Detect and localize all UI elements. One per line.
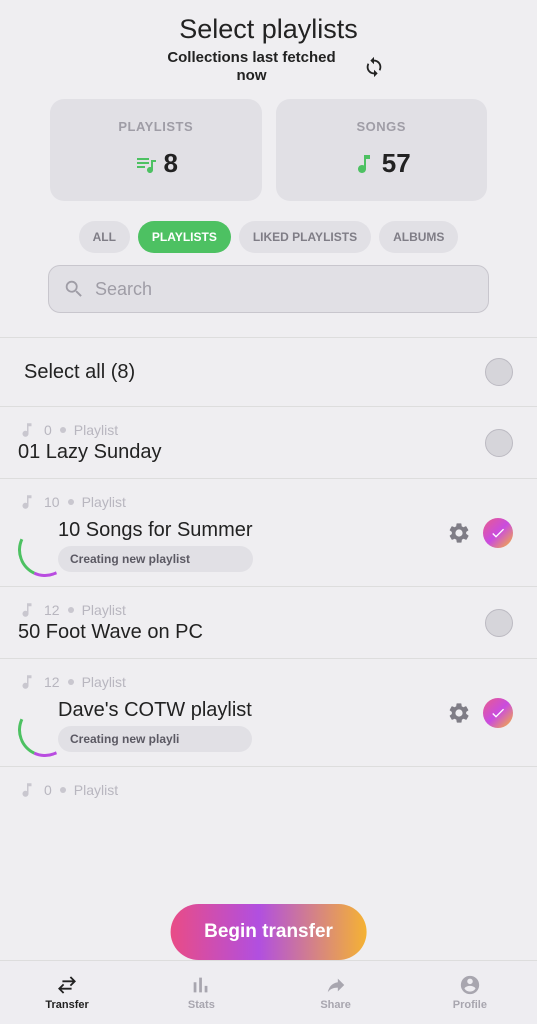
separator-dot (68, 679, 74, 685)
check-icon (490, 705, 506, 721)
fetch-status: Collections last fetched now (152, 49, 352, 85)
select-all-row[interactable]: Select all (8) (0, 337, 537, 407)
status-chip: Creating new playlist (58, 546, 253, 572)
playlist-row[interactable]: 0 Playlist 01 Lazy Sunday (0, 407, 537, 479)
songs-stat-label: SONGS (286, 119, 478, 134)
playlist-type: Playlist (82, 674, 126, 690)
songs-count: 57 (382, 148, 411, 179)
playlist-song-count: 0 (44, 782, 52, 798)
filter-liked-playlists[interactable]: LIKED PLAYLISTS (239, 221, 371, 253)
status-chip: Creating new playli (58, 726, 252, 752)
playlist-icon (134, 152, 158, 176)
tab-stats[interactable]: Stats (134, 961, 268, 1024)
music-note-icon (18, 601, 36, 619)
music-note-icon (18, 421, 36, 439)
progress-arc-icon (18, 703, 46, 751)
music-note-icon (18, 781, 36, 799)
songs-stat-card[interactable]: SONGS 57 (276, 99, 488, 201)
search-box[interactable] (48, 265, 489, 313)
tab-label: Profile (453, 999, 487, 1011)
playlist-title: 50 Foot Wave on PC (18, 621, 485, 644)
separator-dot (68, 607, 74, 613)
filter-all[interactable]: ALL (79, 221, 130, 253)
playlist-type: Playlist (82, 494, 126, 510)
transfer-icon (54, 974, 80, 996)
share-icon (323, 974, 349, 996)
music-note-icon (18, 493, 36, 511)
check-icon (490, 525, 506, 541)
playlist-title: Dave's COTW playlist (58, 699, 252, 722)
playlist-title: 01 Lazy Sunday (18, 441, 485, 464)
playlist-selected-badge[interactable] (483, 698, 513, 728)
playlist-row[interactable]: 10 Playlist 10 Songs for Summer Creating… (0, 479, 537, 587)
tab-label: Share (320, 999, 351, 1011)
search-input[interactable] (95, 279, 474, 300)
stats-icon (188, 974, 214, 996)
playlist-type: Playlist (82, 602, 126, 618)
filter-playlists[interactable]: PLAYLISTS (138, 221, 231, 253)
tab-label: Transfer (45, 999, 88, 1011)
playlist-song-count: 10 (44, 494, 60, 510)
playlist-row[interactable]: 0 Playlist (0, 767, 537, 799)
playlist-selected-badge[interactable] (483, 518, 513, 548)
refresh-button[interactable] (362, 55, 386, 79)
refresh-icon (363, 56, 385, 78)
playlist-row[interactable]: 12 Playlist Dave's COTW playlist Creatin… (0, 659, 537, 767)
playlist-settings-button[interactable] (447, 521, 471, 545)
tab-transfer[interactable]: Transfer (0, 961, 134, 1024)
tab-share[interactable]: Share (269, 961, 403, 1024)
profile-icon (457, 974, 483, 996)
search-icon (63, 278, 85, 300)
playlist-settings-button[interactable] (447, 701, 471, 725)
gear-icon (447, 521, 471, 545)
filter-albums[interactable]: ALBUMS (379, 221, 458, 253)
playlist-song-count: 0 (44, 422, 52, 438)
playlist-radio[interactable] (485, 609, 513, 637)
music-note-icon (18, 673, 36, 691)
playlist-song-count: 12 (44, 674, 60, 690)
select-all-label: Select all (8) (24, 361, 485, 384)
playlist-song-count: 12 (44, 602, 60, 618)
music-note-icon (352, 152, 376, 176)
page-title: Select playlists (20, 14, 517, 45)
select-all-radio[interactable] (485, 358, 513, 386)
playlist-title: 10 Songs for Summer (58, 519, 253, 542)
playlist-radio[interactable] (485, 429, 513, 457)
playlist-row[interactable]: 12 Playlist 50 Foot Wave on PC (0, 587, 537, 659)
tab-profile[interactable]: Profile (403, 961, 537, 1024)
playlists-count: 8 (164, 148, 178, 179)
begin-transfer-button[interactable]: Begin transfer (170, 904, 367, 960)
playlists-stat-label: PLAYLISTS (60, 119, 252, 134)
separator-dot (68, 499, 74, 505)
tab-label: Stats (188, 999, 215, 1011)
playlist-type: Playlist (74, 422, 118, 438)
separator-dot (60, 427, 66, 433)
progress-arc-icon (18, 523, 46, 571)
playlist-type: Playlist (74, 782, 118, 798)
separator-dot (60, 787, 66, 793)
playlists-stat-card[interactable]: PLAYLISTS 8 (50, 99, 262, 201)
gear-icon (447, 701, 471, 725)
